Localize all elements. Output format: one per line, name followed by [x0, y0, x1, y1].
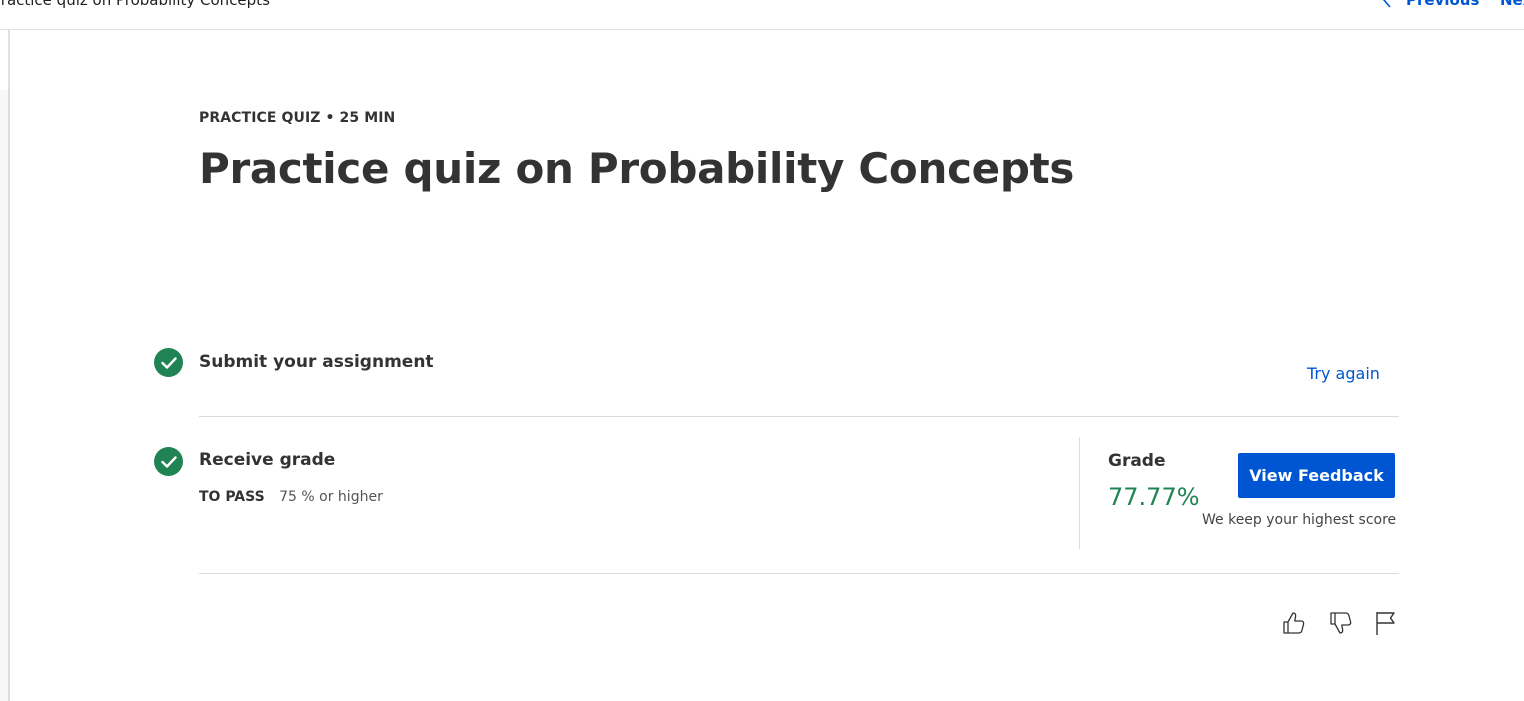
section-divider [199, 416, 1399, 417]
quiz-meta: PRACTICE QUIZ • 25 MIN [199, 110, 396, 126]
left-sidebar-panel [0, 90, 10, 701]
next-button[interactable]: Next [1500, 0, 1524, 9]
grade-divider [1079, 437, 1080, 549]
receive-grade-title: Receive grade [199, 450, 336, 470]
pass-requirement: TO PASS 75 % or higher [199, 489, 383, 505]
view-feedback-button[interactable]: View Feedback [1238, 453, 1395, 498]
pass-label: TO PASS [199, 489, 265, 505]
thumbs-up-icon[interactable] [1279, 608, 1309, 638]
pass-value: 75 % or higher [279, 489, 383, 505]
item-title: Practice quiz on Probability Concepts [0, 0, 270, 9]
page-title: Practice quiz on Probability Concepts [199, 144, 1075, 193]
highest-score-note: We keep your highest score [1202, 512, 1397, 528]
check-circle-icon [154, 447, 183, 476]
flag-icon[interactable] [1370, 608, 1400, 638]
previous-label: Previous [1406, 0, 1480, 9]
grade-label: Grade [1108, 451, 1166, 471]
top-navigation-bar: Practice quiz on Probability Concepts Pr… [0, 0, 1524, 30]
chevron-left-icon [1382, 0, 1391, 8]
check-circle-icon [154, 348, 183, 377]
grade-value: 77.77% [1108, 483, 1200, 511]
previous-button[interactable]: Previous [1382, 0, 1479, 9]
section-divider [199, 573, 1399, 574]
thumbs-down-icon[interactable] [1326, 608, 1356, 638]
submit-assignment-title: Submit your assignment [199, 352, 434, 372]
try-again-link[interactable]: Try again [1307, 364, 1380, 383]
